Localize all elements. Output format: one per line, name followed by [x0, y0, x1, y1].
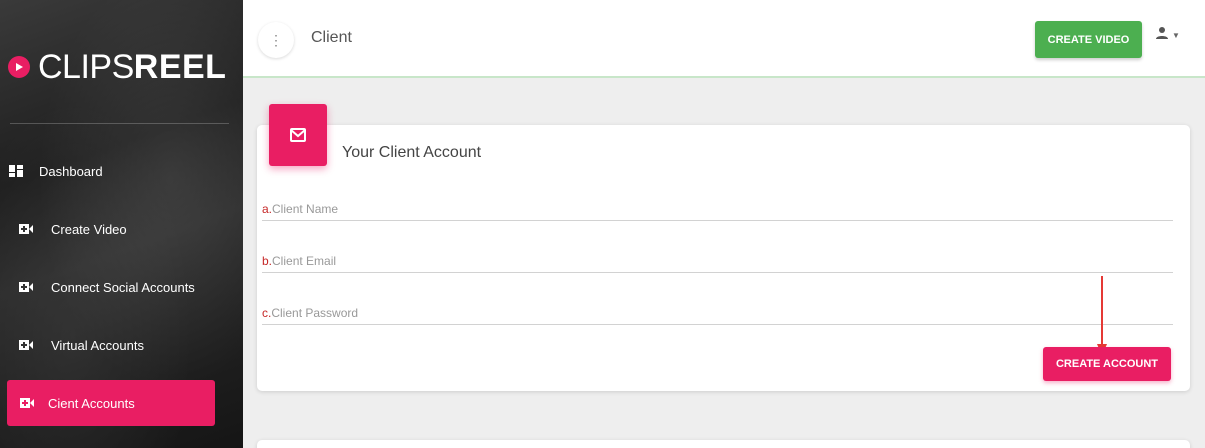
user-menu[interactable]: ▼ — [1155, 26, 1180, 40]
sidebar-item-label: Virtual Accounts — [51, 337, 144, 353]
mail-icon — [290, 128, 306, 142]
more-vert-icon[interactable]: ⋮ — [258, 22, 294, 58]
sidebar-item-label: Dashboard — [39, 163, 103, 179]
video-camera-icon — [19, 340, 33, 350]
video-camera-icon — [20, 398, 34, 408]
sidebar-nav: Dashboard Create Video Connect Social Ac… — [0, 148, 243, 438]
client-password-field: c. — [262, 304, 1173, 325]
sidebar-item-virtual-accounts[interactable]: Virtual Accounts — [0, 322, 243, 368]
dashboard-icon — [9, 165, 23, 177]
play-icon — [8, 56, 30, 78]
sidebar-item-connect-social-accounts[interactable]: Connect Social Accounts — [0, 264, 243, 310]
sidebar-item-create-video[interactable]: Create Video — [0, 206, 243, 252]
client-name-field: a. — [262, 200, 1173, 221]
client-email-field: b. — [262, 252, 1173, 273]
field-marker: c. — [262, 306, 272, 320]
annotation-arrow-icon — [1097, 276, 1107, 356]
field-marker: a. — [262, 202, 273, 216]
sidebar-item-label: Create Video — [51, 221, 127, 237]
client-password-input[interactable] — [271, 306, 1152, 320]
video-camera-icon — [19, 282, 33, 292]
client-email-input[interactable] — [272, 254, 1153, 268]
user-icon — [1156, 27, 1168, 39]
sidebar-item-dashboard[interactable]: Dashboard — [0, 148, 243, 194]
sidebar-item-label: Connect Social Accounts — [51, 279, 195, 295]
card-header-icon — [269, 104, 327, 166]
sidebar-divider — [10, 123, 229, 124]
logo-text-thin: CLIPS — [38, 47, 134, 86]
chevron-down-icon: ▼ — [1172, 31, 1180, 40]
create-account-button[interactable]: CREATE ACCOUNT — [1043, 347, 1171, 381]
card-title: Your Client Account — [342, 144, 482, 161]
sidebar-item-label: Cient Accounts — [48, 395, 135, 411]
video-camera-icon — [19, 224, 33, 234]
logo[interactable]: CLIPS REEL — [8, 42, 226, 92]
top-bar: ⋮ Client CREATE VIDEO ▼ — [243, 0, 1205, 78]
secondary-card — [257, 440, 1190, 448]
logo-text-bold: REEL — [133, 47, 227, 86]
client-name-input[interactable] — [272, 202, 1153, 216]
field-marker: b. — [262, 254, 273, 268]
sidebar-item-client-accounts[interactable]: Cient Accounts — [7, 380, 215, 426]
create-video-button[interactable]: CREATE VIDEO — [1035, 21, 1142, 58]
sidebar: CLIPS REEL Dashboard Create Video Connec… — [0, 0, 243, 448]
page-title: Client — [311, 29, 352, 46]
